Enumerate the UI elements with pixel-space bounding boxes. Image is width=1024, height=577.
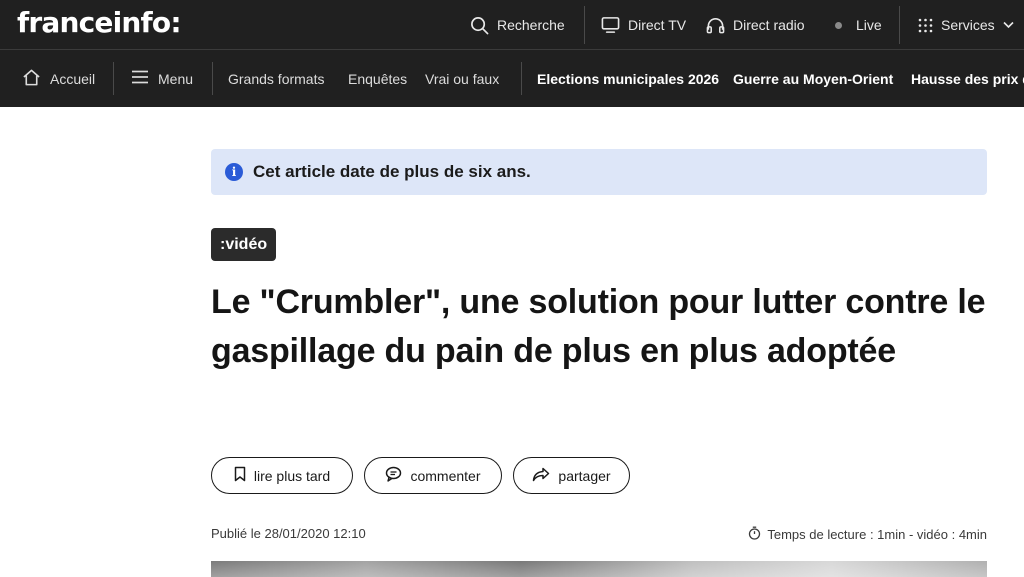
direct-radio-link[interactable]: Direct radio [706,0,805,50]
comment-button[interactable]: commenter [364,457,502,494]
direct-tv-link[interactable]: Direct TV [601,0,686,50]
top-bar: franceinfo: Recherche Direct TV Direct r… [0,0,1024,50]
grid-icon [918,18,933,33]
nav-bar: Accueil Menu Grands formats Enquêtes Vra… [0,50,1024,107]
home-label: Accueil [50,70,96,87]
timer-icon [748,526,761,543]
comment-label: commenter [410,467,481,484]
share-button[interactable]: partager [513,457,630,494]
home-icon [22,68,41,90]
services-label: Services [941,17,995,33]
reading-time: Temps de lecture : 1min - vidéo : 4min [748,526,987,543]
article-title: Le "Crumbler", une solution pour lutter … [211,283,986,370]
menu-label: Menu [158,70,194,87]
notice-text: Cet article date de plus de six ans. [253,162,531,181]
read-later-button[interactable]: lire plus tard [211,457,353,494]
bookmark-icon [234,466,246,485]
video-player[interactable] [211,561,987,577]
search-icon [470,16,489,35]
divider [584,6,585,44]
nav-link-enquetes[interactable]: Enquêtes [348,50,407,107]
divider [521,62,522,95]
franceinfo-logo[interactable]: franceinfo: [17,6,182,39]
comment-icon [385,466,402,485]
chevron-down-icon [1003,21,1014,29]
divider [899,6,900,44]
live-dot-icon [835,21,842,29]
publish-date: Publié le 28/01/2020 12:10 [211,526,366,541]
search-label: Recherche [497,17,565,33]
share-label: partager [558,467,611,484]
nav-link-grands-formats[interactable]: Grands formats [228,50,324,107]
divider [212,62,213,95]
age-notice: i Cet article date de plus de six ans. [211,149,987,195]
share-icon [532,467,550,485]
home-link[interactable]: Accueil [22,50,95,107]
direct-radio-label: Direct radio [733,17,805,33]
live-label: Live [856,17,882,33]
live-link[interactable]: Live [835,0,882,50]
headphones-icon [706,16,725,34]
topic-link-moyen-orient[interactable]: Guerre au Moyen-Orient [733,50,893,107]
topic-link-municipales[interactable]: Elections municipales 2026 [537,50,719,107]
reading-time-label: Temps de lecture : 1min - vidéo : 4min [767,527,987,542]
read-later-label: lire plus tard [253,467,331,484]
services-menu[interactable]: Services [918,0,1014,50]
info-icon: i [225,163,243,181]
nav-link-vrai-ou-faux[interactable]: Vrai ou faux [425,50,499,107]
topic-link-hausse-des-prix[interactable]: Hausse des prix d [911,50,1024,107]
tv-icon [601,16,620,34]
search-button[interactable]: Recherche [470,0,565,50]
direct-tv-label: Direct TV [628,17,687,33]
menu-button[interactable]: Menu [131,50,193,107]
divider [113,62,114,95]
menu-icon [131,70,149,87]
video-tag: :vidéo [211,228,277,261]
